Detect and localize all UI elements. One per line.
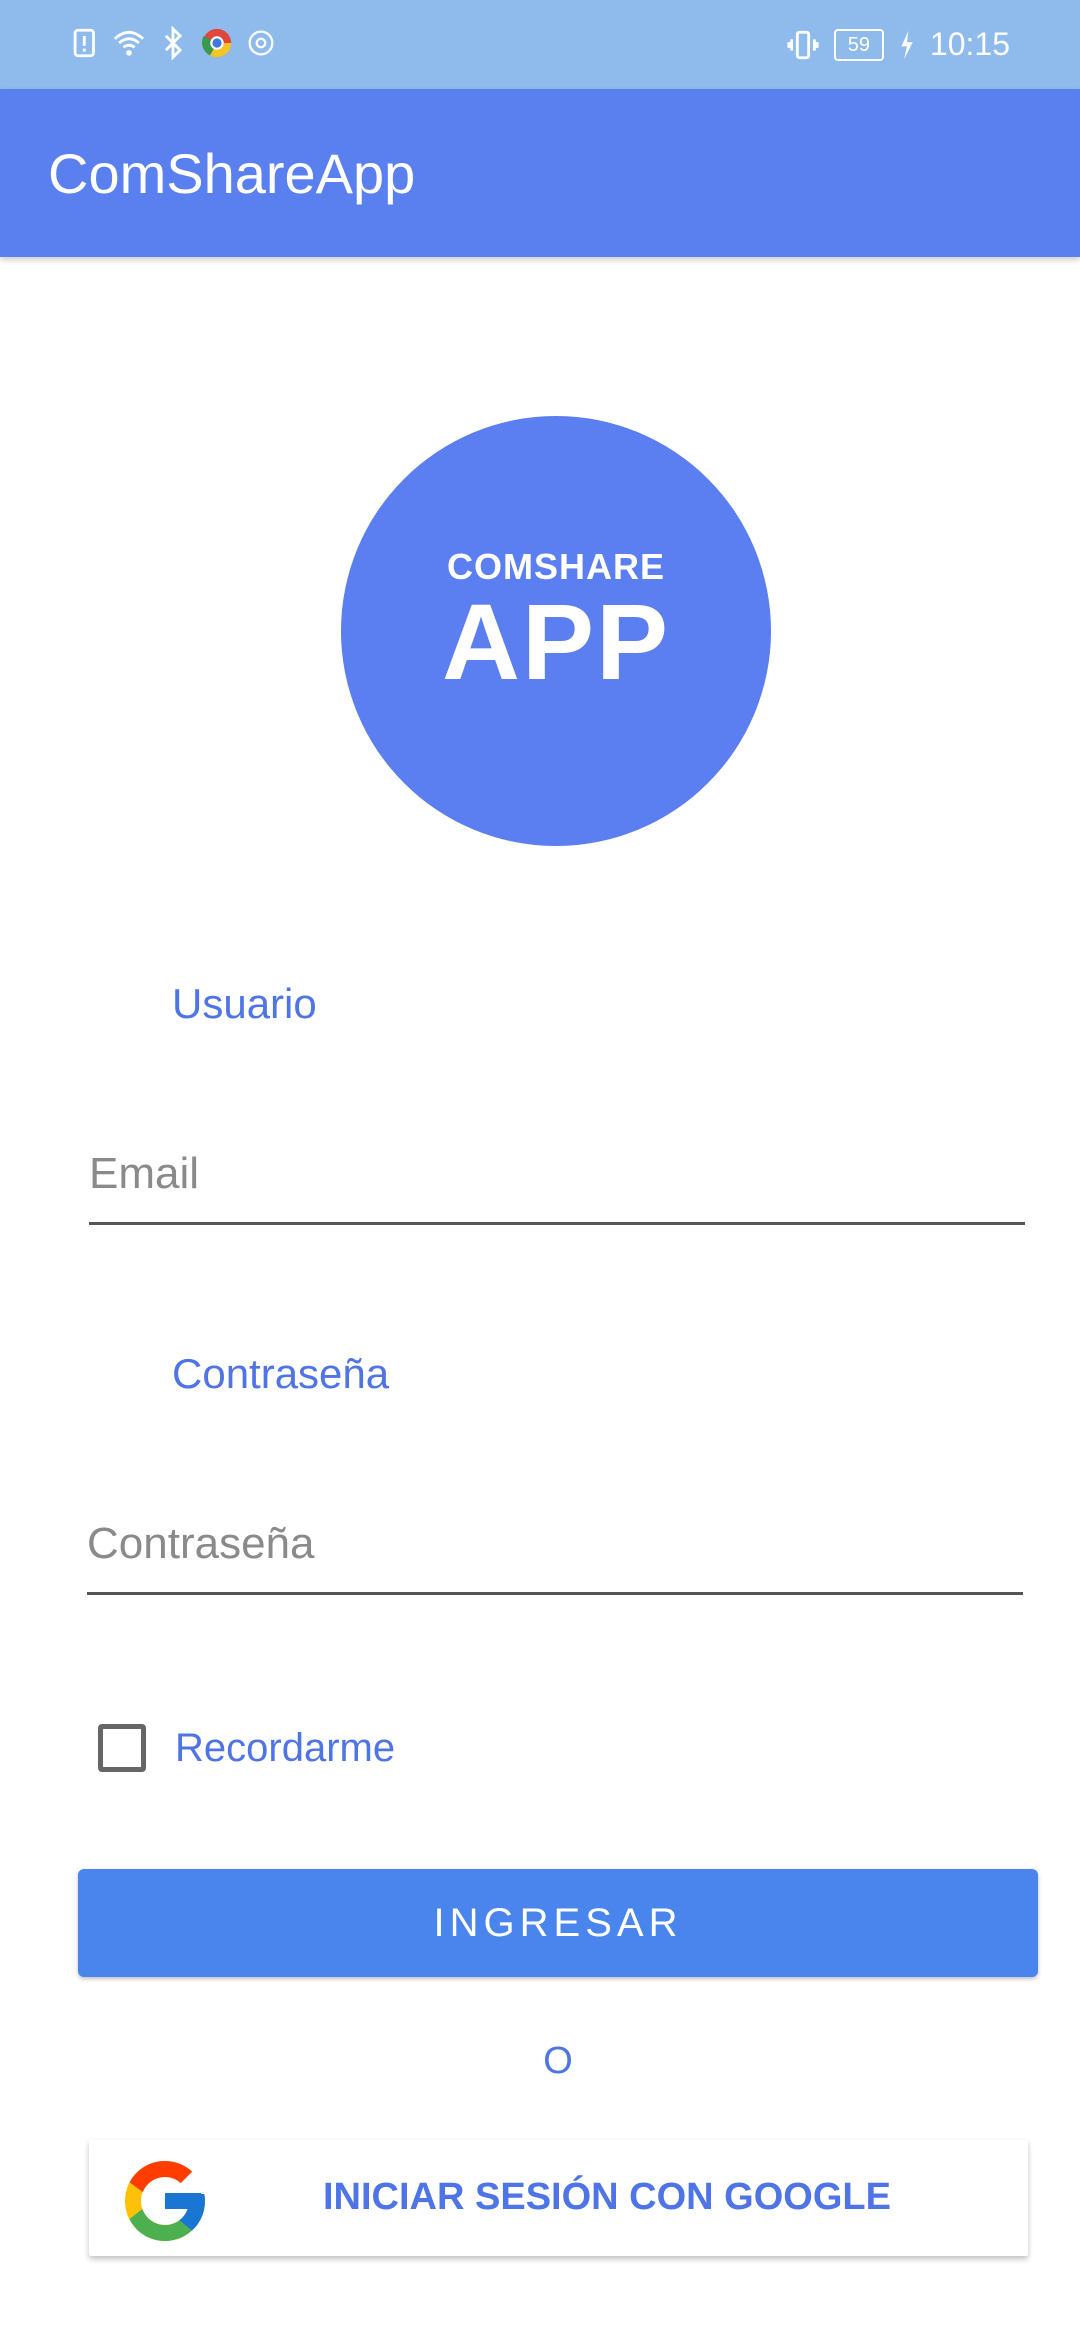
at-icon: [248, 30, 274, 56]
password-field-container: [87, 1496, 1023, 1595]
status-icons-left: [68, 26, 278, 60]
logo-line-2: APP: [441, 581, 671, 702]
google-signin-button[interactable]: INICIAR SESIÓN CON GOOGLE: [89, 2140, 1028, 2256]
vibrate-icon: [787, 30, 819, 59]
chrome-icon: [202, 28, 232, 58]
password-field[interactable]: [87, 1496, 1023, 1592]
sim-alert-icon: [73, 28, 95, 58]
email-field[interactable]: [89, 1126, 1025, 1222]
login-button[interactable]: INGRESAR: [78, 1869, 1038, 1977]
clock: 10:15: [929, 26, 1010, 62]
app-title: ComShareApp: [48, 142, 416, 205]
google-logo-icon: [125, 2161, 205, 2241]
remember-checkbox[interactable]: [98, 1724, 146, 1772]
google-signin-label: INICIAR SESIÓN CON GOOGLE: [323, 2176, 891, 2218]
bluetooth-icon: [164, 26, 183, 60]
app-logo: COMSHARE APP: [341, 416, 771, 846]
status-icons-right: 59 10:15: [786, 26, 1010, 63]
app-bar: ComShareApp: [0, 89, 1080, 257]
battery-icon: 59: [833, 28, 884, 61]
status-bar: 59 10:15: [0, 0, 1080, 89]
user-label: Usuario: [172, 980, 317, 1027]
or-separator: O: [543, 2040, 573, 2082]
wifi-icon: [113, 30, 145, 56]
email-field-container: [89, 1126, 1025, 1225]
password-label: Contraseña: [172, 1350, 390, 1397]
battery-level: 59: [847, 33, 871, 56]
charging-icon: [901, 30, 913, 59]
remember-label[interactable]: Recordarme: [175, 1726, 395, 1771]
